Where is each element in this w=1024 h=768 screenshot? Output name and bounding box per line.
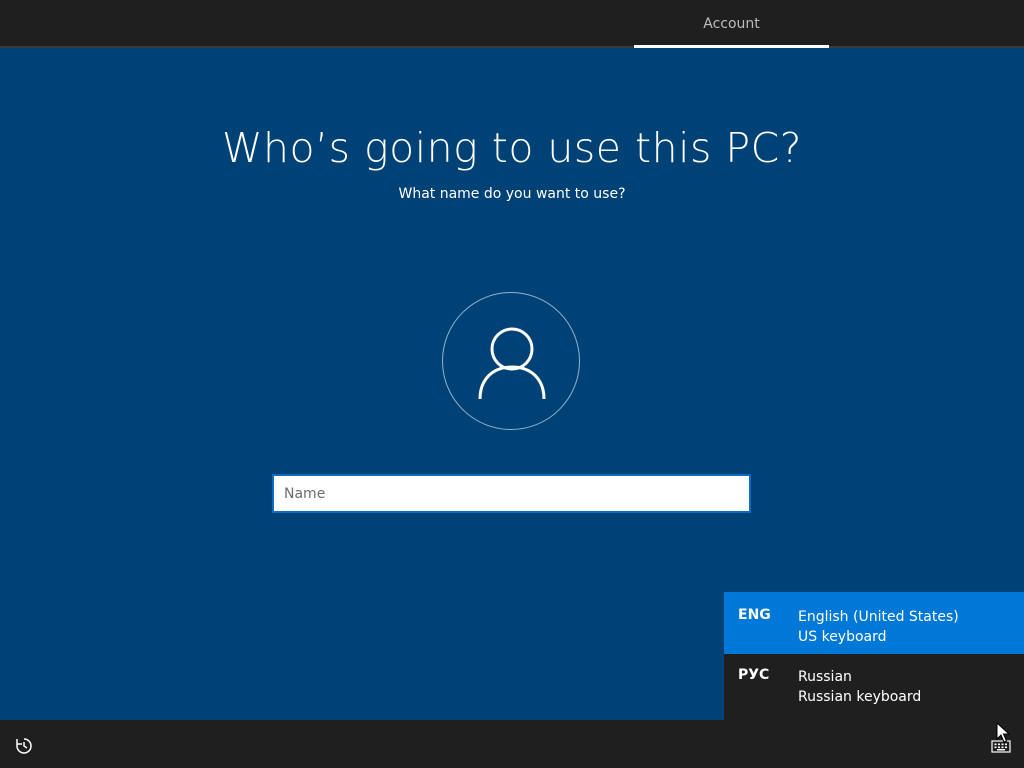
language-code: ENG [738,607,771,623]
language-item-eng[interactable]: ENG English (United States) US keyboard [724,592,1024,654]
keyboard-layout: US keyboard [798,629,887,645]
keyboard-layout: Russian keyboard [798,689,922,705]
language-flyout: ENG English (United States) US keyboard … [724,592,1024,720]
language-code: РУС [738,667,770,683]
name-input[interactable] [272,474,751,513]
top-divider [0,46,1024,48]
tab-account[interactable]: Account [634,0,829,46]
language-name: English (United States) [798,609,959,625]
bottom-bar [0,720,1024,768]
avatar [442,292,580,430]
language-name: Russian [798,669,852,685]
user-icon [478,327,546,400]
page-subtitle: What name do you want to use? [398,186,626,202]
ease-of-access-icon[interactable] [14,736,34,756]
tab-active-underline [634,45,829,48]
page-title: Who’s going to use this PC? [222,124,802,172]
language-item-rus[interactable]: РУС Russian Russian keyboard [724,654,1024,720]
mouse-cursor-icon [996,721,1011,744]
top-bar [0,0,1024,46]
